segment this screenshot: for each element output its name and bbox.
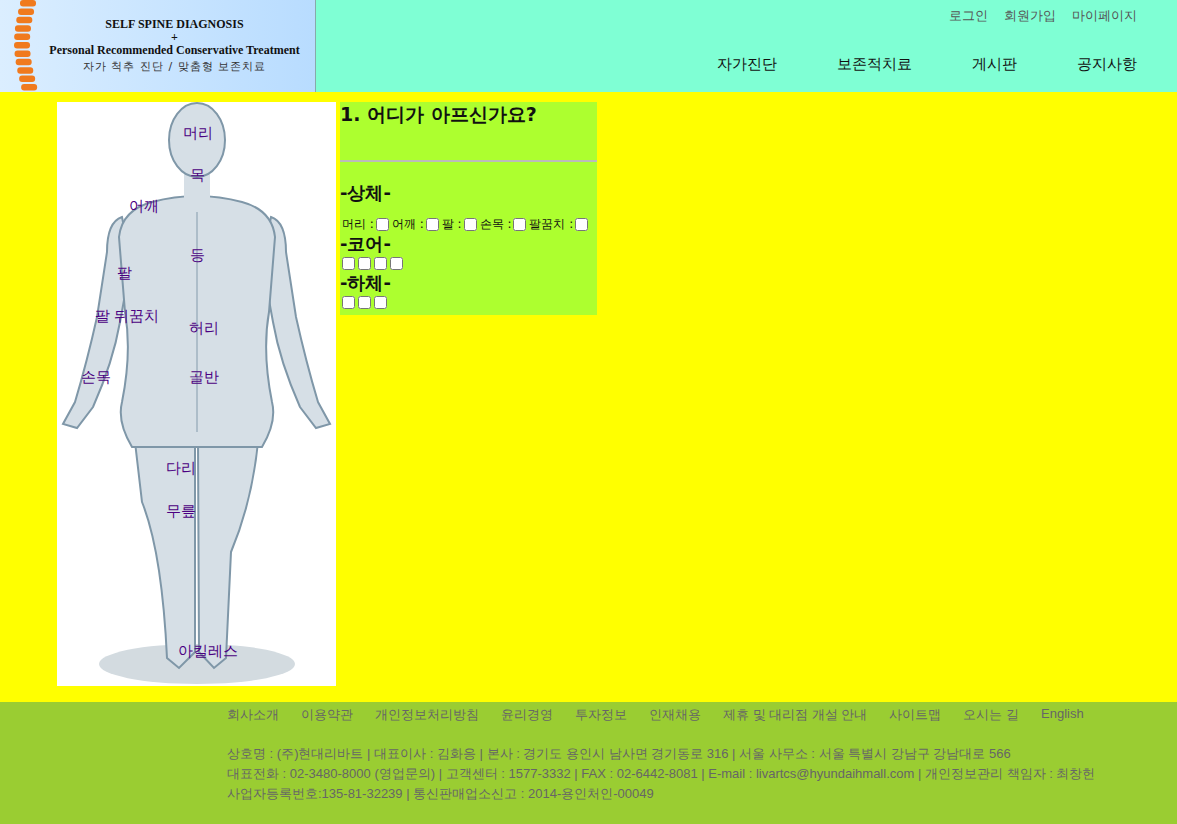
footer-link[interactable]: English [1041, 706, 1084, 724]
footer-link[interactable]: 사이트맵 [889, 706, 941, 724]
body-part-label[interactable]: 아킬레스 [178, 642, 238, 661]
checkbox[interactable] [374, 257, 387, 270]
footer-link[interactable]: 제휴 및 대리점 개설 안내 [723, 706, 867, 724]
checkbox-row [340, 255, 597, 272]
checkbox-item[interactable]: 어깨 : [390, 216, 440, 233]
checkbox-item[interactable] [340, 255, 356, 272]
checkbox-label: 머리 : [342, 216, 374, 233]
checkbox[interactable] [358, 296, 371, 309]
checkbox-row [340, 294, 597, 311]
body-part-label[interactable]: 팔 [117, 264, 132, 283]
checkbox[interactable] [464, 218, 477, 231]
checkbox[interactable] [342, 296, 355, 309]
footer-link[interactable]: 이용약관 [301, 706, 353, 724]
footer-info-line: 대표전화 : 02-3480-8000 (영업문의) | 고객센터 : 1577… [227, 764, 1177, 784]
checkbox[interactable] [374, 296, 387, 309]
nav-item[interactable]: 자가진단 [717, 55, 777, 74]
logo[interactable]: SELF SPINE DIAGNOSIS+Personal Recommende… [0, 0, 316, 92]
body-part-label[interactable]: 손목 [81, 368, 111, 387]
survey-panel: 1. 어디가 아프신가요? -상체- 머리 : 어깨 : 팔 : 손목 : 팔꿈치 :-코어… [340, 102, 597, 315]
body-part-label[interactable]: 머리 [183, 124, 213, 143]
checkbox-item[interactable] [340, 294, 356, 311]
body-part-label[interactable]: 팔 뒤꿈치 [95, 307, 160, 326]
checkbox-item[interactable] [356, 255, 372, 272]
checkbox[interactable] [390, 257, 403, 270]
checkbox-item[interactable] [372, 294, 388, 311]
main-nav: 자가진단 보존적치료 게시판 공지사항 [717, 55, 1137, 74]
section-heading: -하체- [340, 272, 597, 294]
header-right: 로그인 회원가입 마이페이지자가진단 보존적치료 게시판 공지사항 [316, 0, 1177, 92]
checkbox-item[interactable]: 팔 : [440, 216, 478, 233]
checkbox[interactable] [342, 257, 355, 270]
footer-link[interactable]: 투자정보 [575, 706, 627, 724]
checkbox[interactable] [358, 257, 371, 270]
checkbox[interactable] [575, 218, 588, 231]
footer: 회사소개 이용약관 개인정보처리방침 윤리경영 투자정보 인재채용 제휴 및 대리점 개설 … [0, 702, 1177, 824]
survey-section: -하체- [340, 272, 597, 311]
survey-title: 1. 어디가 아프신가요? [340, 102, 597, 160]
checkbox[interactable] [426, 218, 439, 231]
checkbox-item[interactable] [372, 255, 388, 272]
checkbox-label: 어깨 : [392, 216, 424, 233]
human-body-icon [57, 102, 336, 686]
footer-link[interactable]: 윤리경영 [501, 706, 553, 724]
top-link[interactable]: 회원가입 [1004, 7, 1056, 25]
checkbox-label: 팔꿈치 : [529, 216, 573, 233]
checkbox-item[interactable]: 머리 : [340, 216, 390, 233]
body-part-label[interactable]: 다리 [166, 459, 196, 478]
checkbox-item[interactable] [388, 255, 404, 272]
body-map: 머리목어깨등팔팔 뒤꿈치허리손목 골반다리무릎아킬레스 [57, 102, 336, 686]
body-part-label[interactable]: 무릎 [166, 502, 196, 521]
checkbox-item[interactable] [356, 294, 372, 311]
logo-text: SELF SPINE DIAGNOSIS+Personal Recommende… [40, 18, 315, 74]
body-part-label[interactable]: 어깨 [129, 197, 159, 216]
spine-icon [6, 0, 40, 92]
checkbox-row: 머리 : 어깨 : 팔 : 손목 : 팔꿈치 : [340, 216, 597, 233]
logo-line: SELF SPINE DIAGNOSIS [40, 18, 309, 31]
page: SELF SPINE DIAGNOSIS+Personal Recommende… [0, 0, 1177, 824]
body-part-label[interactable]: 골반 [189, 368, 219, 387]
body-part-label[interactable]: 허리 [189, 319, 219, 338]
footer-info: 상호명 : (주)현대리바트 | 대표이사 : 김화응 | 본사 : 경기도 용… [227, 744, 1177, 804]
nav-item[interactable]: 게시판 [972, 55, 1017, 74]
survey-section: -코어- [340, 233, 597, 272]
logo-line: + [40, 31, 309, 44]
top-links: 로그인 회원가입 마이페이지 [949, 0, 1137, 25]
section-heading: -코어- [340, 233, 597, 255]
top-link[interactable]: 로그인 [949, 7, 988, 25]
footer-link[interactable]: 개인정보처리방침 [375, 706, 479, 724]
checkbox-item[interactable]: 손목 : [478, 216, 528, 233]
checkbox-item[interactable]: 팔꿈치 : [527, 216, 589, 233]
body-part-label[interactable]: 등 [190, 246, 205, 265]
section-heading: -상체- [340, 182, 597, 204]
footer-link[interactable]: 오시는 길 [963, 706, 1019, 724]
divider [340, 160, 597, 162]
nav-item[interactable]: 보존적치료 [837, 55, 912, 74]
footer-link[interactable]: 회사소개 [227, 706, 279, 724]
header: SELF SPINE DIAGNOSIS+Personal Recommende… [0, 0, 1177, 92]
footer-link[interactable]: 인재채용 [649, 706, 701, 724]
top-link[interactable]: 마이페이지 [1072, 7, 1137, 25]
checkbox-label: 팔 : [442, 216, 462, 233]
footer-info-line: 상호명 : (주)현대리바트 | 대표이사 : 김화응 | 본사 : 경기도 용… [227, 744, 1177, 764]
logo-line: 자가 척추 진단 / 맞춤형 보존치료 [40, 59, 309, 74]
logo-line: Personal Recommended Conservative Treatm… [40, 44, 309, 57]
footer-info-line: 사업자등록번호:135-81-32239 | 통신판매업소신고 : 2014-용… [227, 784, 1177, 804]
body-part-label[interactable]: 목 [190, 166, 205, 185]
checkbox-label: 손목 : [480, 216, 512, 233]
survey-section: -상체- 머리 : 어깨 : 팔 : 손목 : 팔꿈치 : [340, 182, 597, 233]
nav-item[interactable]: 공지사항 [1077, 55, 1137, 74]
checkbox[interactable] [376, 218, 389, 231]
checkbox[interactable] [513, 218, 526, 231]
footer-links: 회사소개 이용약관 개인정보처리방침 윤리경영 투자정보 인재채용 제휴 및 대리점 개설 … [227, 706, 1177, 724]
main: 머리목어깨등팔팔 뒤꿈치허리손목 골반다리무릎아킬레스 1. 어디가 아프신가요? -… [0, 92, 1177, 702]
